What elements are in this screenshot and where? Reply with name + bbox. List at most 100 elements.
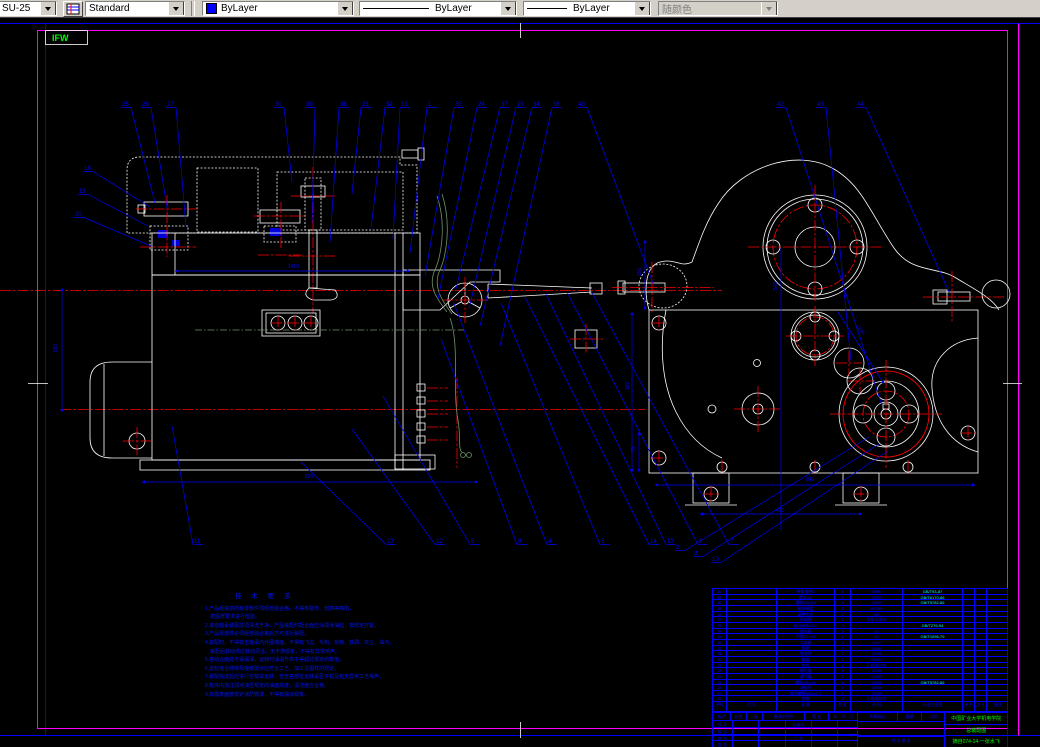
- balloon-number: 5: [601, 539, 605, 545]
- dimension-text: 1410: [288, 264, 299, 270]
- bom-cell: 29: [713, 662, 727, 668]
- layer-dropdown[interactable]: SU-25: [0, 1, 57, 16]
- lineweight-sample-icon: [527, 8, 567, 9]
- dimension-text: 75: [631, 446, 637, 452]
- sheet-count-label: 共 张 第 张: [891, 738, 911, 743]
- drawing-number: 摘自074-14-一张水飞: [952, 739, 1000, 746]
- chevron-down-icon[interactable]: [168, 2, 184, 15]
- bom-cell: [903, 645, 963, 651]
- bom-cell: [963, 634, 975, 639]
- bom-cell: [727, 651, 777, 656]
- bom-cell: [975, 673, 987, 679]
- bom-cell: GB/T276-94: [903, 622, 963, 628]
- chevron-down-icon[interactable]: [500, 2, 516, 15]
- revision-label: 签 名: [805, 713, 829, 720]
- bom-cell: 1: [835, 628, 851, 634]
- bom-cell: [963, 690, 975, 696]
- title-block-name-area: 中国矿业大学机电学院 总装配图 摘自074-14-一张水飞: [945, 713, 1007, 747]
- leader-line: [87, 194, 149, 227]
- balloon-number: 32: [386, 102, 393, 108]
- bom-cell: [975, 622, 987, 628]
- bom-cell: [975, 628, 987, 634]
- style-dropdown[interactable]: Standard: [85, 1, 185, 16]
- bom-cell: 1: [835, 639, 851, 645]
- bom-cell: [727, 662, 777, 668]
- bom-cell: [987, 629, 1007, 634]
- bom-cell: [903, 617, 963, 622]
- bom-cell: [975, 662, 987, 668]
- bom-cell: GB/T1096-79: [903, 634, 963, 639]
- dimension-text: Ø36: [855, 325, 866, 336]
- chevron-down-icon[interactable]: [40, 2, 56, 15]
- bom-cell: [975, 651, 987, 656]
- bom-cell: Q235: [851, 685, 903, 690]
- chevron-down-icon[interactable]: [634, 2, 650, 15]
- stage-label: 阶段标记: [858, 713, 899, 721]
- bom-cell: [903, 656, 963, 662]
- dimension-text: 540: [773, 281, 779, 290]
- leader-line: [455, 107, 501, 290]
- color-swatch-icon: [206, 3, 217, 14]
- balloon-number: 1: [428, 102, 432, 108]
- bom-cell: [903, 668, 963, 673]
- revision-label: 标记: [713, 713, 731, 720]
- bom-header-row: 序号代 号名 称数量材 料标准及规格 单件 总计 备注: [713, 702, 1007, 712]
- leader-line: [825, 107, 852, 362]
- leader-line: [524, 296, 650, 545]
- bom-cell: Q235: [851, 600, 903, 605]
- bom-cell: GB/T93-87: [903, 589, 963, 594]
- bom-cell: 39: [713, 605, 727, 611]
- dimension-text: 420: [776, 508, 785, 514]
- bom-cell: 8: [835, 594, 851, 600]
- linetype-value: ByLayer: [435, 3, 472, 14]
- chevron-down-icon[interactable]: [337, 2, 353, 15]
- bom-cell: 石棉橡胶纸: [851, 662, 903, 668]
- bom-cell: 油标尺: [777, 685, 835, 690]
- balloon-number: 14: [650, 539, 657, 545]
- bom-cell: [963, 617, 975, 622]
- bom-cell: GB/T6170-86: [903, 594, 963, 600]
- revision-label: 处数: [731, 713, 747, 720]
- balloon-number: 23: [387, 539, 394, 545]
- drawing-canvas[interactable]: 25 26 27 30 39 38 21 32 31 1 35 24 37 29 34 36 40 42 43 44 1…: [0, 18, 1040, 747]
- technical-notes-title: 技 术 要 求: [235, 593, 295, 600]
- bom-cell: 2: [835, 622, 851, 628]
- bom-cell: 弹簧垫圈8: [777, 589, 835, 594]
- bom-cell: 1: [835, 673, 851, 679]
- linetype-dropdown[interactable]: ByLayer: [359, 1, 517, 16]
- left-view: [60, 147, 603, 484]
- balloon-number: 31: [401, 102, 408, 108]
- bom-cell: [727, 673, 777, 679]
- lineweight-dropdown[interactable]: ByLayer: [523, 1, 651, 16]
- bom-cell: [963, 611, 975, 617]
- bom-cell: 38: [713, 611, 727, 617]
- bom-cell: [987, 651, 1007, 656]
- bom-cell: [903, 639, 963, 645]
- title-block-stage-area: 阶段标记 重量 比例 共 张 第 张: [858, 713, 946, 747]
- bom-cell: [727, 594, 777, 600]
- bom-cell: [963, 673, 975, 679]
- balloon-number: 19: [79, 189, 86, 195]
- bom-cell: [727, 634, 777, 639]
- bom-cell: [987, 691, 1007, 696]
- bom-cell: [963, 696, 975, 702]
- color-dropdown[interactable]: ByLayer: [202, 1, 354, 16]
- plotstyle-value: 随颜色: [662, 5, 692, 16]
- bom-cell: [903, 662, 963, 668]
- bom-table: 42 弹簧垫圈8 8 65Mn GB/T93-87 41 螺母M8 8 Q235 GB/T6170…: [712, 588, 1008, 712]
- bom-cell: [987, 612, 1007, 617]
- sign-label: 校 核: [713, 727, 733, 734]
- leader-line: [479, 107, 533, 327]
- leader-line: [590, 290, 730, 545]
- balloon-number: 30: [275, 102, 282, 108]
- bom-cell: 1: [835, 656, 851, 662]
- dim-style-button[interactable]: [63, 0, 83, 17]
- balloon-number: 39: [306, 102, 313, 108]
- technical-notes: 技 术 要 求 1.产品组装前所有零部件须经检验合格，不得有碰伤、划痕等缺陷， …: [205, 593, 525, 699]
- right-view: [612, 159, 1011, 530]
- sign-label: 标准化: [786, 721, 812, 727]
- revision-label: 更改文件号: [763, 713, 805, 720]
- balloon-leaders: 25 26 27 30 39 38 21 32 31 1 35 24 37 29 34 36 40 42 43 441…: [74, 102, 951, 563]
- bom-cell: 单件: [963, 702, 975, 712]
- bom-cell: [987, 668, 1007, 673]
